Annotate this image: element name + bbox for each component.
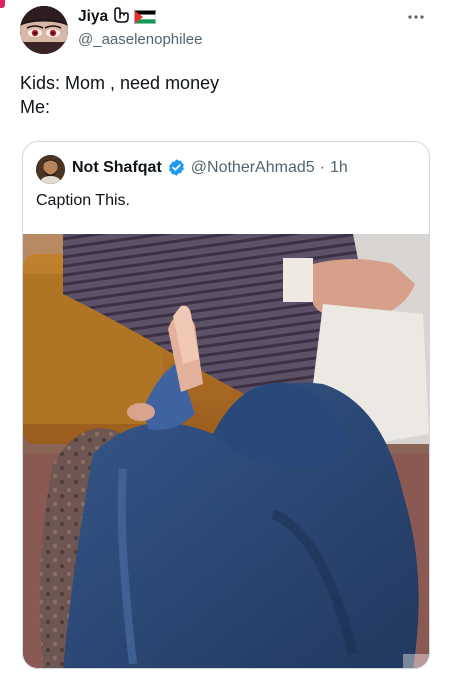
quoted-author-name[interactable]: Not Shafqat [72, 159, 162, 177]
author-name[interactable]: Jiya [78, 8, 108, 26]
tweet-text-line: Kids: Mom , need money [20, 73, 220, 93]
author-avatar[interactable] [20, 6, 68, 54]
tweet-text-line: Me: [20, 97, 51, 117]
author-handle[interactable]: @_aaselenophilee [78, 31, 203, 48]
tweet[interactable]: Jiya @_aaselenophilee Kids: Mom , need m… [0, 0, 450, 682]
quoted-header: Not Shafqat @NotherAhmad5 · 1h [72, 158, 348, 177]
quoted-tweet-text: Caption This. [36, 192, 130, 209]
more-horizontal-icon [408, 15, 424, 19]
quoted-tweet[interactable]: Not Shafqat @NotherAhmad5 · 1h Caption T… [22, 141, 430, 669]
palestine-flag-icon [134, 10, 157, 24]
quoted-author-handle[interactable]: @NotherAhmad5 [191, 159, 315, 177]
quoted-media-image[interactable] [23, 234, 429, 668]
verified-badge-icon [167, 158, 186, 177]
separator-dot: · [319, 158, 325, 176]
name-row: Jiya [78, 6, 203, 28]
more-options-button[interactable] [404, 8, 428, 26]
hand-sign-icon [112, 6, 130, 29]
quoted-author-avatar[interactable] [36, 155, 65, 184]
quoted-timestamp[interactable]: 1h [330, 159, 348, 177]
tweet-text: Kids: Mom , need money Me: [20, 71, 219, 119]
tweet-header: Jiya @_aaselenophilee [78, 6, 203, 48]
